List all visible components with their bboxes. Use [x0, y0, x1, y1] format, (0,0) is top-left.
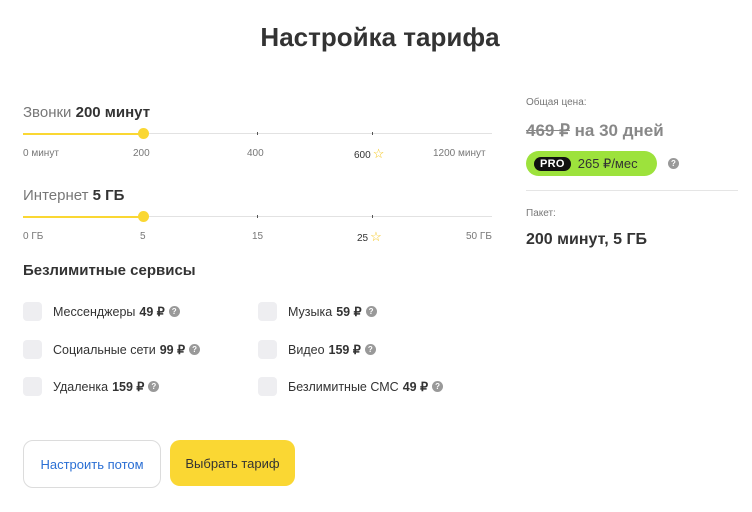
calls-tick — [372, 132, 373, 135]
summary-divider — [526, 190, 738, 191]
internet-tick — [257, 215, 258, 218]
calls-slider-fill — [23, 132, 143, 135]
question-circle-icon[interactable]: ? — [432, 381, 444, 392]
service-price: 49 ₽ — [139, 305, 165, 319]
calls-tick-label: 200 — [133, 148, 150, 159]
total-label: Общая цена: — [526, 97, 587, 108]
internet-tick — [372, 215, 373, 218]
service-checkbox[interactable] — [258, 302, 277, 321]
pro-price: 265 ₽/мес — [577, 155, 638, 171]
service-social[interactable]: Социальные сети 99 ₽ ? — [23, 340, 201, 359]
package-label: Пакет: — [526, 208, 556, 219]
internet-slider-thumb[interactable] — [138, 211, 149, 222]
internet-tick-label: 50 ГБ — [466, 231, 492, 242]
pro-tag: PRO — [534, 156, 571, 171]
calls-tick-label: 0 минут — [23, 148, 59, 159]
calls-tick-label: 400 — [247, 148, 264, 159]
internet-value: 5 ГБ — [92, 187, 125, 204]
calls-slider-track[interactable] — [23, 128, 492, 139]
service-checkbox[interactable] — [23, 340, 42, 359]
calls-tick — [257, 132, 258, 135]
star-icon: ☆ — [370, 229, 382, 244]
internet-tick-label: 15 — [252, 231, 264, 242]
question-circle-icon[interactable]: ? — [668, 158, 679, 169]
calls-label: Звонки 200 минут — [23, 104, 151, 121]
page-title: Настройка тарифа — [260, 22, 500, 52]
internet-tick-label: 5 — [140, 231, 146, 242]
services-title: Безлимитные сервисы — [23, 262, 196, 279]
star-icon: ☆ — [372, 146, 385, 161]
service-price: 59 ₽ — [336, 305, 362, 319]
question-circle-icon[interactable]: ? — [365, 306, 377, 317]
internet-slider-track[interactable] — [23, 211, 492, 222]
calls-slider-thumb[interactable] — [138, 128, 149, 139]
calls-tick-label-featured: 600 ☆ — [354, 146, 385, 161]
service-checkbox[interactable] — [258, 377, 277, 396]
service-checkbox[interactable] — [258, 340, 277, 359]
question-circle-icon[interactable]: ? — [364, 344, 376, 355]
calls-value: 200 минут — [75, 104, 151, 121]
price-period: на 30 дней — [574, 121, 664, 140]
calls-tick-label: 1200 минут — [433, 148, 486, 159]
package-value: 200 минут, 5 ГБ — [526, 231, 648, 248]
choose-tariff-button[interactable]: Выбрать тариф — [170, 440, 295, 486]
internet-tick-label-featured: 25 ☆ — [357, 229, 382, 244]
service-price: 159 ₽ — [112, 380, 145, 394]
service-messengers[interactable]: Мессенджеры 49 ₽ ? — [23, 302, 180, 321]
internet-label: Интернет 5 ГБ — [23, 187, 125, 204]
service-music[interactable]: Музыка 59 ₽ ? — [258, 302, 377, 321]
old-price-line: 469 ₽ на 30 дней — [526, 121, 664, 141]
internet-tick-label: 0 ГБ — [23, 231, 44, 242]
service-video[interactable]: Видео 159 ₽ ? — [258, 340, 376, 359]
configure-later-button[interactable]: Настроить потом — [23, 440, 161, 488]
old-price: 469 ₽ — [526, 121, 570, 140]
service-price: 159 ₽ — [328, 343, 361, 357]
service-checkbox[interactable] — [23, 302, 42, 321]
internet-slider-fill — [23, 215, 143, 218]
question-circle-icon[interactable]: ? — [189, 344, 201, 355]
service-price: 99 ₽ — [159, 343, 186, 357]
question-circle-icon[interactable]: ? — [148, 381, 160, 392]
service-sms[interactable]: Безлимитные СМС 49 ₽ ? — [258, 377, 444, 396]
service-remote[interactable]: Удаленка 159 ₽ ? — [23, 377, 160, 396]
service-price: 49 ₽ — [402, 380, 429, 394]
service-checkbox[interactable] — [23, 377, 42, 396]
pro-price-badge: PRO 265 ₽/мес — [526, 151, 657, 176]
question-circle-icon[interactable]: ? — [168, 306, 180, 317]
